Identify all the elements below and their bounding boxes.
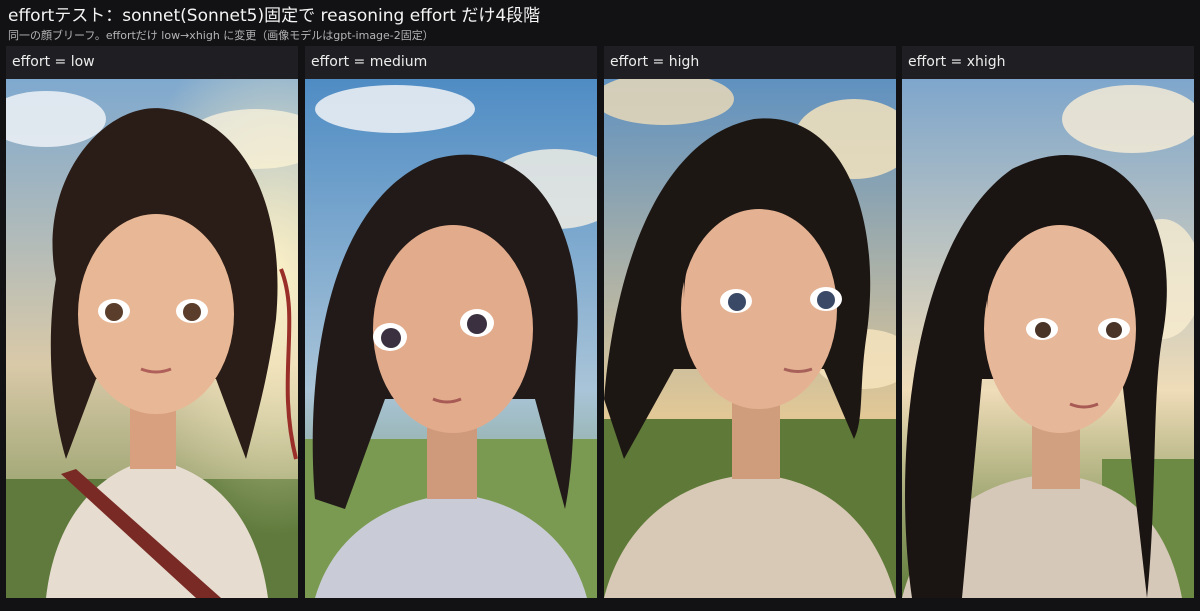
panel-effort-xhigh: effort = xhigh (902, 46, 1194, 598)
portrait-image (305, 79, 597, 598)
panel-effort-high: effort = high (604, 46, 896, 598)
panel-effort-medium: effort = medium (305, 46, 597, 598)
panel-label: effort = high (604, 46, 896, 79)
portrait-image (6, 79, 298, 598)
panel-label: effort = xhigh (902, 46, 1194, 79)
page-title: effortテスト：sonnet(Sonnet5)固定で reasoning e… (8, 6, 541, 26)
page-subtitle: 同一の顔ブリーフ。effortだけ low→xhigh に変更（画像モデルはgp… (8, 29, 434, 42)
panel-effort-low: effort = low (6, 46, 298, 598)
panel-label: effort = low (6, 46, 298, 79)
portrait-image (604, 79, 896, 598)
page-header: effortテスト：sonnet(Sonnet5)固定で reasoning e… (8, 4, 1192, 44)
portrait-image (902, 79, 1194, 598)
panel-label: effort = medium (305, 46, 597, 79)
